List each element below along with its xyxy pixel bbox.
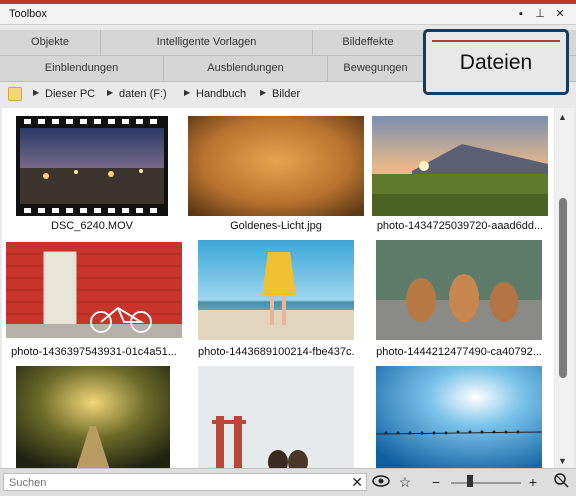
breadcrumb-item[interactable]: Bilder	[272, 88, 300, 100]
image-thumbnail	[198, 366, 354, 469]
video-thumbnail	[16, 116, 168, 216]
image-thumbnail	[188, 116, 364, 216]
tab-objekte[interactable]: Objekte	[0, 30, 101, 55]
tab-bildeffekte[interactable]: Bildeffekte	[313, 30, 423, 55]
tab-bewegungen[interactable]: Bewegungen	[328, 56, 423, 81]
minus-icon[interactable]: −	[426, 472, 446, 492]
window-titlebar: Toolbox ▪ ⊥ ✕	[0, 4, 576, 25]
zoom-reset-icon[interactable]	[551, 472, 571, 492]
breadcrumb-item[interactable]: Handbuch	[196, 88, 246, 100]
breadcrumb: ▶ Dieser PC ▶ daten (F:) ▶ Handbuch ▶ Bi…	[3, 84, 423, 106]
search-box: ✕	[3, 473, 367, 491]
file-grid: DSC_6240.MOV Goldenes-Licht.jpg photo-14…	[2, 108, 554, 469]
plus-icon[interactable]: +	[523, 472, 543, 492]
image-thumbnail	[16, 366, 170, 469]
file-name: DSC_6240.MOV	[51, 220, 133, 232]
image-thumbnail	[376, 240, 542, 340]
star-icon[interactable]: ☆	[395, 472, 415, 492]
image-thumbnail	[198, 240, 354, 340]
tab-dateien[interactable]: Dateien	[423, 29, 569, 95]
zoom-slider-track[interactable]	[451, 482, 521, 484]
scroll-up-icon[interactable]: ▲	[558, 112, 567, 122]
chevron-right-icon[interactable]: ▶	[260, 88, 266, 97]
chevron-right-icon[interactable]: ▶	[184, 88, 190, 97]
tab-intelligente-vorlagen[interactable]: Intelligente Vorlagen	[101, 30, 313, 55]
vertical-scrollbar[interactable]: ▲ ▼	[555, 108, 574, 469]
file-item[interactable]: photo-1436397543931-01c4a51...	[6, 242, 182, 360]
zoom-slider-knob[interactable]	[467, 475, 473, 487]
file-name: Goldenes-Licht.jpg	[230, 220, 322, 232]
file-item[interactable]	[376, 366, 542, 469]
eye-icon[interactable]	[371, 472, 391, 492]
window-menu-icon[interactable]: ▪	[514, 7, 528, 21]
active-tab-indicator	[432, 40, 560, 42]
file-name: photo-1443689100214-fbe437c...	[198, 346, 354, 358]
search-input[interactable]	[7, 475, 341, 491]
file-name: photo-1434725039720-aaad6dd...	[376, 220, 544, 232]
file-name: photo-1444212477490-ca40792...	[376, 346, 542, 358]
image-thumbnail	[6, 242, 182, 338]
file-name: photo-1436397543931-01c4a51...	[11, 346, 177, 358]
pin-icon[interactable]: ⊥	[533, 7, 547, 21]
chevron-right-icon[interactable]: ▶	[107, 88, 113, 97]
file-item[interactable]: DSC_6240.MOV	[16, 116, 168, 242]
bottom-toolbar: ✕ ☆ − +	[0, 468, 576, 496]
file-item[interactable]: photo-1434725039720-aaad6dd...	[372, 116, 548, 242]
clear-search-icon[interactable]: ✕	[351, 474, 363, 491]
file-item[interactable]: Goldenes-Licht.jpg	[188, 116, 364, 242]
scroll-down-icon[interactable]: ▼	[558, 456, 567, 466]
folder-icon	[8, 87, 22, 101]
image-thumbnail	[372, 116, 548, 216]
tab-ausblendungen[interactable]: Ausblendungen	[164, 56, 328, 81]
file-item[interactable]	[16, 366, 170, 469]
file-item[interactable]: photo-1444212477490-ca40792...	[376, 240, 542, 360]
file-item[interactable]	[198, 366, 354, 469]
breadcrumb-item[interactable]: Dieser PC	[45, 88, 95, 100]
tab-dateien-label: Dateien	[459, 51, 533, 74]
image-thumbnail	[376, 366, 542, 469]
window-title: Toolbox	[9, 8, 47, 20]
breadcrumb-item[interactable]: daten (F:)	[119, 88, 167, 100]
scrollbar-thumb[interactable]	[559, 198, 567, 378]
file-item[interactable]: photo-1443689100214-fbe437c...	[198, 240, 354, 360]
tab-einblendungen[interactable]: Einblendungen	[0, 56, 164, 81]
chevron-right-icon[interactable]: ▶	[33, 88, 39, 97]
close-icon[interactable]: ✕	[553, 7, 567, 21]
